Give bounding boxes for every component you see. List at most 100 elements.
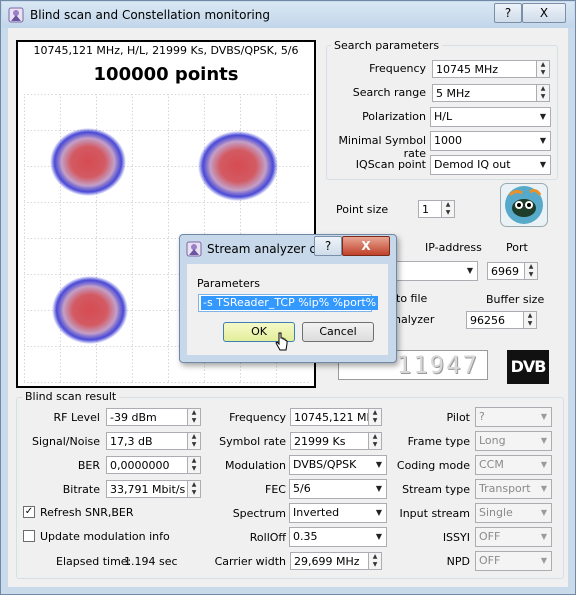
chevron-down-icon: ▼ <box>375 484 382 493</box>
dialog-help-button[interactable]: ? <box>314 236 342 256</box>
search-parameters-title: Search parameters <box>331 39 443 52</box>
frame-type-value: Long <box>479 434 506 447</box>
bitrate-label: Bitrate <box>62 483 100 496</box>
dialog-body: Parameters -s TSReader_TCP %ip% %port% O… <box>187 264 388 355</box>
iqscan-value: Demod IQ out <box>434 158 511 171</box>
input-stream-value: Single <box>479 506 513 519</box>
parameters-selected-text: -s TSReader_TCP %ip% %port% <box>201 296 379 310</box>
search-range-label: Search range <box>352 86 426 99</box>
rf-level-value: -39 dBm <box>106 408 188 426</box>
issyi-label: ISSYI <box>442 531 470 544</box>
chevron-down-icon: ▼ <box>540 532 547 541</box>
ber-spinner[interactable]: ▲ ▼ <box>188 456 201 474</box>
refresh-snr-ber-label: Refresh SNR,BER <box>40 506 134 519</box>
stream-type-select[interactable]: Transport ▼ <box>475 479 552 499</box>
buffer-size-spinner[interactable]: ▲ ▼ <box>524 311 537 329</box>
chevron-down-icon: ▼ <box>375 508 382 517</box>
modulation-label: Modulation <box>224 459 286 472</box>
buffer-size-input[interactable]: 96256 <box>466 311 524 329</box>
update-modulation-label: Update modulation info <box>40 530 170 543</box>
input-stream-label: Input stream <box>399 507 470 520</box>
help-button[interactable]: ? <box>494 3 522 23</box>
signal-noise-spinner[interactable]: ▲ ▼ <box>188 432 201 450</box>
carrier-width-spinner[interactable]: ▲ ▼ <box>369 552 382 570</box>
dialog-title: Stream analyzer c... <box>207 242 328 256</box>
stream-type-value: Transport <box>479 482 531 495</box>
cancel-button[interactable]: Cancel <box>302 322 374 342</box>
to-file-label: to file <box>396 292 428 305</box>
chevron-down-icon: ▼ <box>375 460 382 469</box>
rolloff-select[interactable]: 0.35 ▼ <box>289 527 387 547</box>
polarization-select[interactable]: H/L ▼ <box>430 107 551 127</box>
spectrum-select[interactable]: Inverted ▼ <box>289 503 387 523</box>
issyi-value: OFF <box>479 530 501 543</box>
rolloff-value: 0.35 <box>293 530 318 543</box>
modulation-value: DVBS/QPSK <box>293 458 357 471</box>
parameters-input[interactable]: -s TSReader_TCP %ip% %port% <box>198 294 379 312</box>
result-frequency-label: Frequency <box>229 411 286 424</box>
dialog-app-icon <box>186 241 202 257</box>
result-frequency-spinner[interactable]: ▲ ▼ <box>369 408 382 426</box>
chevron-down-icon: ▼ <box>540 436 547 445</box>
chevron-down-icon: ▼ <box>466 266 473 275</box>
iq-cluster-top-left <box>50 128 126 196</box>
modulation-select[interactable]: DVBS/QPSK ▼ <box>289 455 387 475</box>
iqscan-label: IQScan point <box>355 158 426 171</box>
point-size-spinner[interactable]: ▲ ▼ <box>442 200 455 218</box>
dialog-close-button[interactable]: X <box>342 236 390 256</box>
iq-cluster-bottom-left <box>52 276 128 344</box>
fish-logo-icon[interactable] <box>500 183 548 227</box>
rf-level-spinner[interactable]: ▲ ▼ <box>188 408 201 426</box>
buffer-size-label: Buffer size <box>486 293 545 306</box>
stream-type-label: Stream type <box>402 483 470 496</box>
coding-mode-select[interactable]: CCM ▼ <box>475 455 552 475</box>
constellation-header: 10745,121 MHz, H/L, 21999 Ks, DVBS/QPSK,… <box>33 44 299 57</box>
chevron-down-icon: ▼ <box>540 460 547 469</box>
iqscan-select[interactable]: Demod IQ out ▼ <box>430 155 551 175</box>
search-range-spinner[interactable]: ▲ ▼ <box>537 84 550 102</box>
symbol-rate-spinner[interactable]: ▲ ▼ <box>369 432 382 450</box>
fec-label: FEC <box>265 483 286 496</box>
refresh-snr-ber-checkbox[interactable]: ✓ <box>23 506 35 518</box>
rolloff-label: RollOff <box>249 531 286 544</box>
search-frequency-input[interactable]: 10745 MHz <box>432 60 537 78</box>
search-range-input[interactable]: 5 MHz <box>432 84 537 102</box>
app-icon <box>8 7 24 23</box>
fec-select[interactable]: 5/6 ▼ <box>289 479 387 499</box>
npd-value: OFF <box>479 554 501 567</box>
ip-address-select[interactable]: ▼ <box>392 261 478 281</box>
frame-type-label: Frame type <box>407 435 470 448</box>
issyi-select[interactable]: OFF ▼ <box>475 527 552 547</box>
close-button[interactable]: X <box>522 3 566 23</box>
chevron-down-icon: ▼ <box>539 112 546 121</box>
port-label: Port <box>506 241 528 254</box>
point-size-input[interactable]: 1 <box>418 200 442 218</box>
chevron-down-icon: ▼ <box>540 508 547 517</box>
search-frequency-spinner[interactable]: ▲ ▼ <box>537 60 550 78</box>
chevron-down-icon: ▼ <box>540 412 547 421</box>
npd-select[interactable]: OFF ▼ <box>475 551 552 571</box>
chevron-down-icon: ▼ <box>540 484 547 493</box>
analyzer-label: nalyzer <box>394 313 435 326</box>
elapsed-time-value: 1.194 sec <box>124 555 178 568</box>
input-stream-select[interactable]: Single ▼ <box>475 503 552 523</box>
frame-type-select[interactable]: Long ▼ <box>475 431 552 451</box>
port-input[interactable]: 6969 <box>487 262 525 280</box>
symbol-rate-value: 21999 Ks <box>290 432 369 450</box>
chevron-down-icon: ▼ <box>539 136 546 145</box>
spectrum-value: Inverted <box>293 506 340 519</box>
min-symbol-rate-select[interactable]: 1000 ▼ <box>430 131 551 151</box>
update-modulation-checkbox[interactable] <box>23 530 35 542</box>
result-frequency-value: 10745,121 MHz <box>290 408 369 426</box>
parameters-label: Parameters <box>197 277 260 290</box>
min-symbol-rate-label: Minimal Symbol rate <box>338 134 426 160</box>
pilot-select[interactable]: ? ▼ <box>475 407 552 427</box>
chevron-down-icon: ▼ <box>375 532 382 541</box>
spectrum-label: Spectrum <box>232 507 286 520</box>
polarization-value: H/L <box>434 110 453 123</box>
dvb-logo: DVB <box>507 350 549 384</box>
rf-level-label: RF Level <box>53 411 100 424</box>
bitrate-spinner[interactable]: ▲ ▼ <box>188 480 201 498</box>
bitrate-value: 33,791 Mbit/s <box>106 480 188 498</box>
port-spinner[interactable]: ▲ ▼ <box>525 262 538 280</box>
